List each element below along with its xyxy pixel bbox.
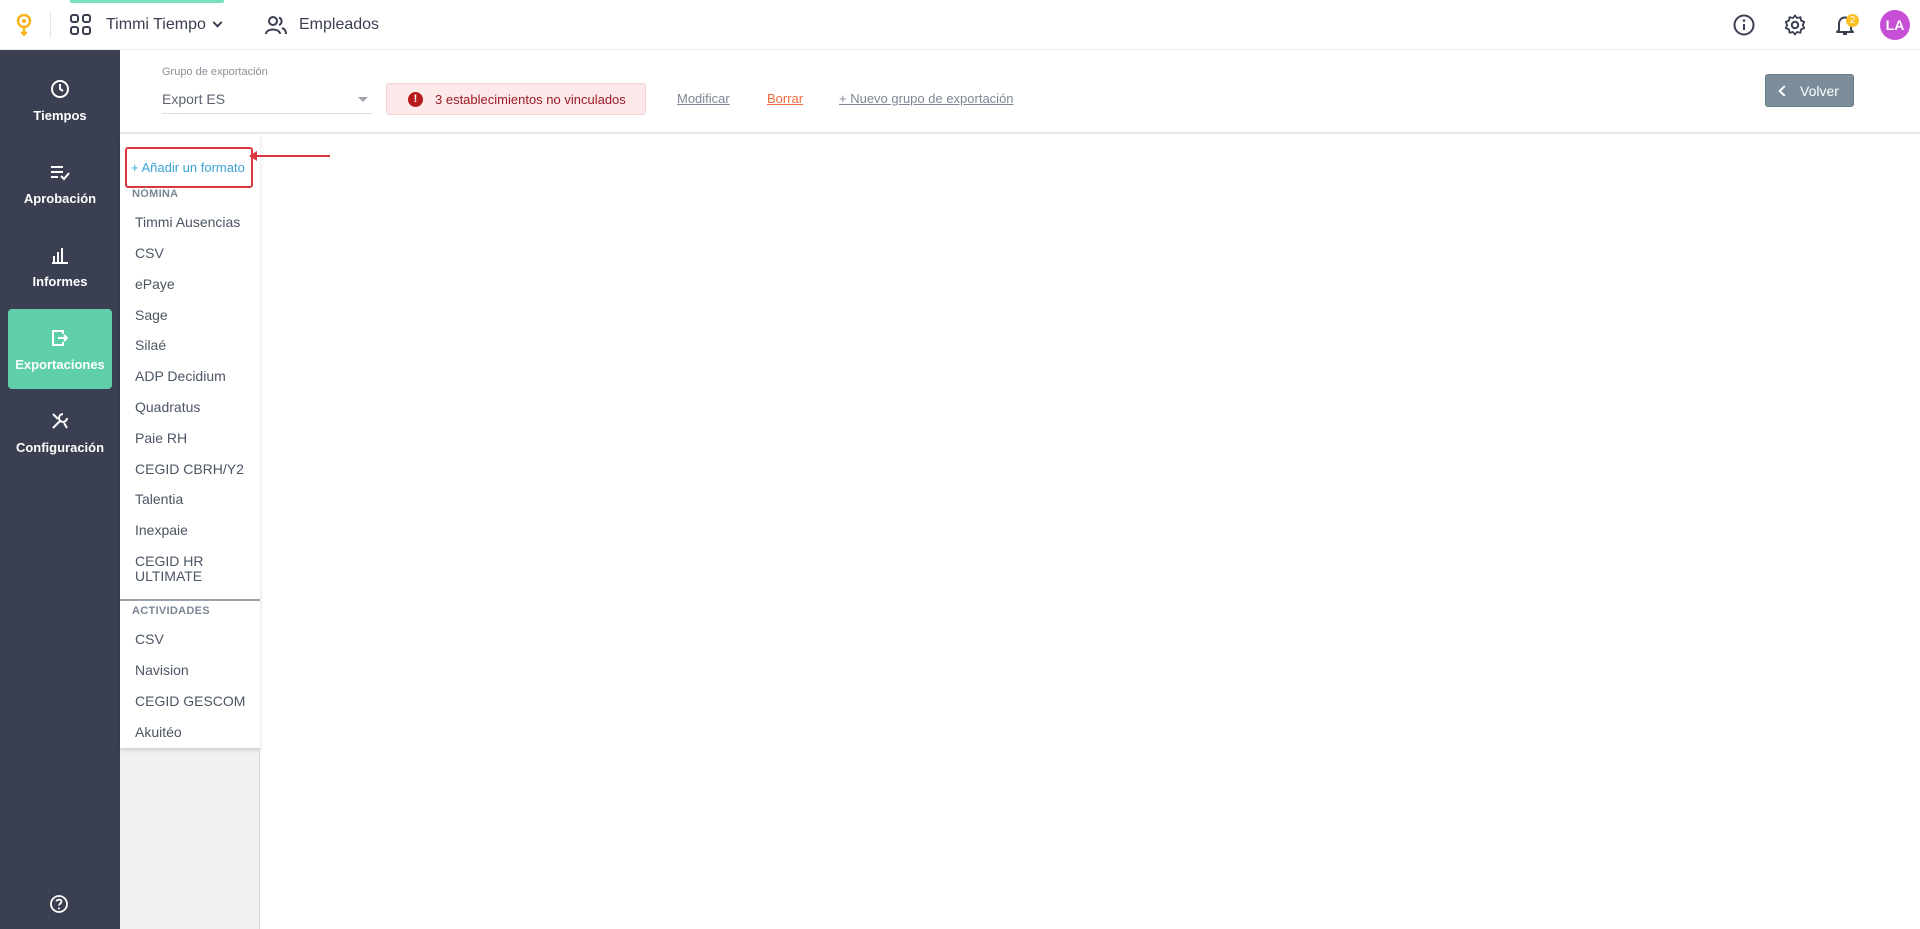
modify-link[interactable]: Modificar	[677, 91, 730, 106]
format-item[interactable]: CEGID HR ULTIMATE	[135, 554, 215, 584]
sidebar-item-aprobacion[interactable]: Aprobación	[8, 143, 112, 223]
info-button[interactable]	[1731, 12, 1757, 38]
alert-text: 3 establecimientos no vinculados	[435, 91, 626, 107]
format-item[interactable]: CEGID GESCOM	[135, 694, 253, 709]
settings-button[interactable]	[1782, 12, 1808, 38]
add-format-button[interactable]: + Añadir un formato	[125, 147, 253, 188]
active-app-indicator	[70, 0, 224, 3]
sidebar-item-informes[interactable]: Informes	[8, 226, 112, 306]
notifications-button[interactable]: 2	[1832, 12, 1859, 38]
formats-panel: + Añadir un formato NÓMINA Timmi Ausenci…	[120, 134, 260, 748]
format-item[interactable]: Talentia	[135, 492, 253, 507]
alert-icon: !	[408, 91, 423, 107]
header-separator	[50, 12, 51, 38]
sidebar-item-label: Exportaciones	[15, 356, 105, 372]
sidebar-item-tiempos[interactable]: Tiempos	[8, 60, 112, 140]
format-item[interactable]: Akuitéo	[135, 725, 253, 740]
sidebar-item-label: Tiempos	[33, 107, 87, 123]
format-item[interactable]: ADP Decidium	[135, 369, 253, 384]
format-item[interactable]: ePaye	[135, 277, 253, 292]
clock-icon	[49, 78, 71, 100]
annotation-arrow-line	[252, 155, 330, 157]
sidebar-item-label: Informes	[32, 273, 88, 289]
sidebar-item-label: Configuración	[15, 439, 105, 455]
format-item[interactable]: CSV	[135, 632, 253, 647]
export-group-label: Grupo de exportación	[162, 66, 268, 78]
format-item[interactable]: CSV	[135, 246, 253, 261]
app-name: Timmi Tiempo	[106, 16, 206, 33]
export-group-select[interactable]: Export ES	[162, 88, 372, 114]
avatar[interactable]: LA	[1880, 10, 1910, 40]
chevron-left-icon	[1778, 84, 1790, 97]
sidebar-item-label: Aprobación	[23, 190, 97, 206]
unlinked-establishments-alert[interactable]: ! 3 establecimientos no vinculados	[386, 83, 646, 115]
annotation-arrow-head	[249, 151, 257, 161]
sidebar: Tiempos Aprobación Informes Exportacione…	[0, 50, 120, 929]
employees-link[interactable]: Empleados	[265, 12, 379, 38]
format-item[interactable]: Sage	[135, 308, 253, 323]
caret-down-icon	[358, 97, 368, 102]
sidebar-item-configuracion[interactable]: Configuración	[8, 392, 112, 472]
format-item[interactable]: Inexpaie	[135, 523, 253, 538]
export-group-value: Export ES	[162, 91, 226, 107]
employees-label: Empleados	[299, 16, 380, 33]
list-check-icon	[49, 161, 71, 183]
gear-icon	[1784, 14, 1806, 36]
app-switcher[interactable]: Timmi Tiempo	[70, 12, 223, 38]
export-toolbar: Grupo de exportación Export ES ! 3 estab…	[120, 50, 1920, 134]
chevron-down-icon	[212, 17, 223, 28]
delete-link[interactable]: Borrar	[767, 91, 803, 106]
section-divider	[120, 599, 260, 601]
sidebar-item-exportaciones[interactable]: Exportaciones	[8, 309, 112, 389]
apps-grid-icon	[70, 14, 92, 36]
tools-icon	[49, 410, 71, 432]
format-item[interactable]: Paie RH	[135, 431, 253, 446]
back-button-label: Volver	[1800, 82, 1839, 99]
help-circle-icon[interactable]	[49, 894, 69, 914]
logo-icon[interactable]	[14, 13, 34, 39]
format-item[interactable]: Timmi Ausencias	[135, 215, 253, 230]
format-item[interactable]: Navision	[135, 663, 253, 678]
new-export-group-link[interactable]: + Nuevo grupo de exportación	[839, 91, 1014, 106]
bar-chart-icon	[49, 244, 71, 266]
top-bar: Timmi Tiempo Empleados 2 LA	[0, 0, 1920, 50]
notifications-count-badge: 2	[1846, 14, 1859, 27]
activities-section-title: ACTIVIDADES	[132, 605, 210, 617]
back-button[interactable]: Volver	[1765, 74, 1854, 107]
export-icon	[49, 327, 71, 349]
users-icon	[265, 16, 287, 35]
info-icon	[1733, 14, 1755, 36]
format-item[interactable]: Silaé	[135, 338, 253, 353]
payroll-section-title: NÓMINA	[132, 188, 179, 200]
format-item[interactable]: Quadratus	[135, 400, 253, 415]
format-item[interactable]: CEGID CBRH/Y2	[135, 462, 253, 477]
